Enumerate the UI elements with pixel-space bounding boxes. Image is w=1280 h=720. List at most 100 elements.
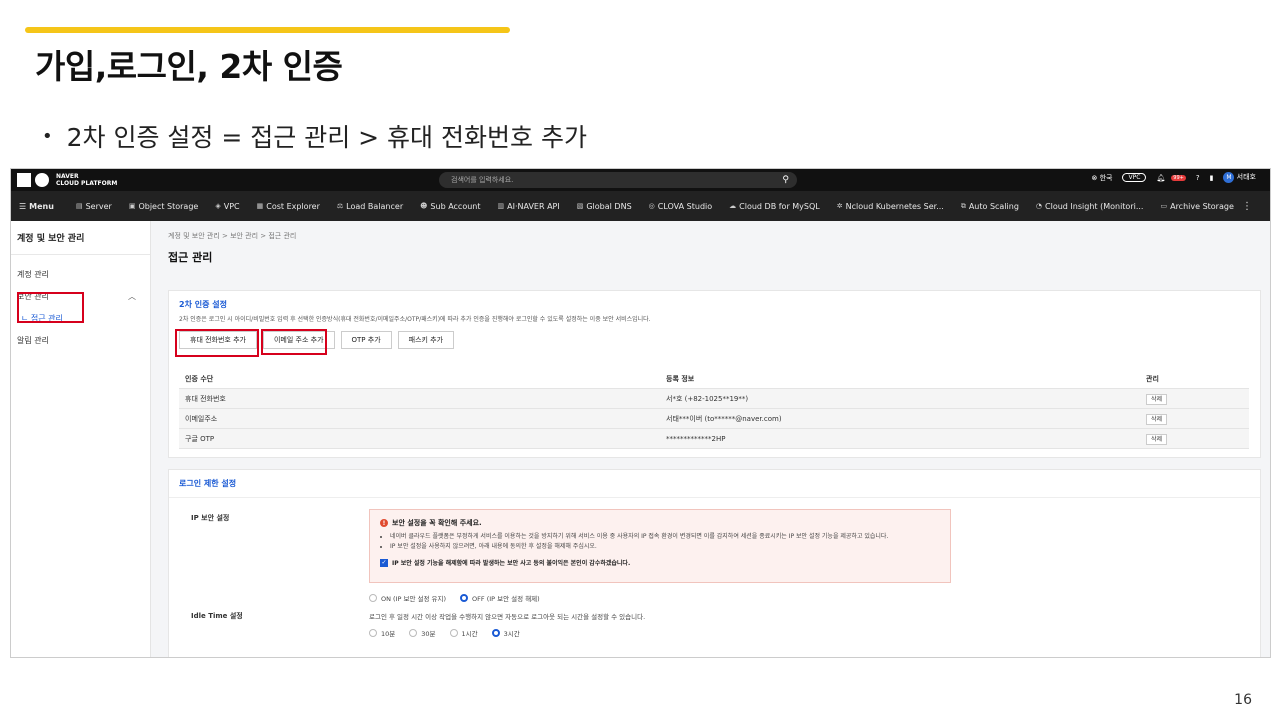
vpc-toggle[interactable]: VPC — [1122, 173, 1147, 182]
user-menu[interactable]: M 서태호 — [1223, 172, 1256, 183]
menu-item-cloud-db-mysql[interactable]: ☁ Cloud DB for MySQL — [729, 202, 820, 211]
table-row: 휴대 전화번호 서*호 (+82-1025**19**) 삭제 — [179, 389, 1249, 409]
auto-scaling-icon: ⧉ — [960, 201, 966, 210]
main-content: 계정 및 보안 관리 > 보안 관리 > 접근 관리 접근 관리 2차 인증 설… — [168, 221, 1270, 657]
row-info: 서*호 (+82-1025**19**) — [666, 394, 749, 403]
table-row: 이메일주소 서태***이버 (to******@naver.com) 삭제 — [179, 409, 1249, 429]
menu-item-load-balancer[interactable]: ⚖ Load Balancer — [337, 202, 403, 211]
hamburger-icon: ☰ — [19, 201, 27, 211]
insight-icon: ◔ — [1035, 202, 1043, 210]
twofa-title: 2차 인증 설정 — [179, 300, 227, 309]
row-info: 서태***이버 (to******@naver.com) — [666, 414, 782, 423]
archive-icon: ▭ — [1160, 202, 1168, 210]
col-method: 인증 수단 — [185, 374, 214, 383]
delete-button[interactable]: 삭제 — [1146, 394, 1168, 405]
menu-item-cost-explorer[interactable]: ▦ Cost Explorer — [257, 202, 320, 211]
cloud-db-icon: ☁ — [729, 202, 737, 210]
menu-item-cloud-insight[interactable]: ◔ Cloud Insight (Monitori... — [1036, 202, 1144, 211]
page-number: 16 — [1234, 692, 1252, 708]
kubernetes-icon: ✲ — [836, 202, 843, 210]
dns-icon: ▧ — [576, 202, 584, 210]
auth-methods-table: 인증 수단 등록 정보 관리 휴대 전화번호 서*호 (+82-1025**19… — [179, 369, 1249, 449]
sidebar-item-notification[interactable]: 알림 관리 — [11, 329, 150, 351]
bullet-point: • 2차 인증 설정 = 접근 관리 > 휴대 전화번호 추가 — [42, 118, 587, 154]
search-icon[interactable]: ⚲ — [782, 175, 789, 185]
vpc-icon: ◈ — [215, 202, 221, 210]
clova-icon: ◎ — [648, 202, 655, 210]
col-info: 등록 정보 — [666, 374, 695, 383]
idle-1hour-radio[interactable]: 1시간 — [449, 628, 478, 638]
login-limit-card: 로그인 제한 설정 IP 보안 설정 ! 보안 설정을 꼭 확인해 주세요. 네이… — [168, 469, 1261, 657]
more-menu-icon[interactable]: ⋮ — [1242, 201, 1252, 212]
menu-item-archive-storage[interactable]: ▭ Archive Storage — [1160, 202, 1233, 211]
delete-button[interactable]: 삭제 — [1146, 414, 1168, 425]
add-email-button[interactable]: 이메일 주소 추가 — [262, 331, 335, 349]
slide-title: 가입,로그인, 2차 인증 — [35, 47, 343, 86]
menu-item-sub-account[interactable]: ☻ Sub Account — [420, 202, 480, 211]
users-icon: ☻ — [420, 202, 428, 210]
menu-item-clova-studio[interactable]: ◎ CLOVA Studio — [649, 202, 712, 211]
chevron-up-icon: ︿ — [128, 291, 136, 301]
sidebar-item-access[interactable]: ㄴ 접근 관리 — [11, 307, 150, 329]
bullet-dot-icon: • — [42, 125, 53, 147]
cost-icon: ▦ — [256, 202, 264, 210]
twofa-card: 2차 인증 설정 2차 인증은 로그인 시 아이디/비밀번호 입력 후 선택한 … — [168, 290, 1261, 458]
delete-button[interactable]: 삭제 — [1146, 434, 1168, 445]
api-icon: ▥ — [497, 202, 505, 210]
menu-item-auto-scaling[interactable]: ⧉ Auto Scaling — [961, 202, 1019, 211]
user-name: 서태호 — [1236, 173, 1256, 181]
warning-icon: ! — [380, 519, 388, 527]
sidebar: 계정 및 보안 관리 계정 관리 보안 관리 ︿ ㄴ 접근 관리 알림 관리 — [11, 221, 151, 657]
console-screenshot: NAVER CLOUD PLATFORM 검색어를 입력하세요. ⚲ ⊗ 한국 V… — [10, 168, 1271, 658]
logo-square-icon — [17, 173, 31, 187]
ip-on-radio[interactable]: ON (IP 보안 설정 유지) — [369, 593, 446, 603]
page-title: 접근 관리 — [168, 251, 213, 264]
sidebar-item-account[interactable]: 계정 관리 — [11, 263, 150, 285]
agree-checkbox[interactable]: ✓ IP 보안 설정 기능을 해제함에 따라 발생하는 보안 사고 등의 불이익은… — [380, 558, 940, 567]
search-placeholder: 검색어를 입력하세요. — [451, 176, 514, 184]
ncp-logo[interactable]: NAVER CLOUD PLATFORM — [17, 173, 117, 187]
row-method: 휴대 전화번호 — [185, 394, 226, 403]
add-otp-button[interactable]: OTP 추가 — [340, 331, 392, 349]
warning-title: 보안 설정을 꼭 확인해 주세요. — [392, 519, 482, 527]
avatar: M — [1223, 172, 1235, 183]
idle-30min-radio[interactable]: 30분 — [409, 628, 436, 638]
row-method: 이메일주소 — [185, 414, 218, 423]
lang-label: 한국 — [1099, 173, 1113, 182]
sidebar-item-security[interactable]: 보안 관리 ︿ — [11, 285, 150, 307]
bookmark-icon[interactable]: ▮ — [1210, 174, 1214, 182]
table-header: 인증 수단 등록 정보 관리 — [179, 369, 1249, 389]
warning-line: 네이버 클라우드 플랫폼은 부정하게 서비스를 이용하는 것을 방지하기 위해 … — [390, 532, 940, 542]
menu-item-ai-naver-api[interactable]: ▥ AI·NAVER API — [498, 202, 560, 211]
menu-item-object-storage[interactable]: ▣ Object Storage — [129, 202, 199, 211]
ip-security-options: ON (IP 보안 설정 유지) OFF (IP 보안 설정 해제) — [369, 593, 540, 603]
twofa-buttons: 휴대 전화번호 추가 이메일 주소 추가 OTP 추가 패스키 추가 — [179, 331, 1250, 349]
login-limit-title: 로그인 제한 설정 — [179, 479, 237, 488]
add-passkey-button[interactable]: 패스키 추가 — [397, 331, 455, 349]
logo-line1: NAVER — [56, 173, 79, 180]
language-selector[interactable]: ⊗ 한국 — [1092, 173, 1113, 183]
logo-circle-icon — [35, 173, 49, 187]
menu-item-vpc[interactable]: ◈ VPC — [215, 202, 239, 211]
menu-item-server[interactable]: ▤ Server — [76, 202, 112, 211]
search-input[interactable]: 검색어를 입력하세요. ⚲ — [439, 172, 797, 188]
menu-item-global-dns[interactable]: ▧ Global DNS — [577, 202, 632, 211]
breadcrumb: 계정 및 보안 관리 > 보안 관리 > 접근 관리 — [168, 232, 297, 240]
idle-3hour-radio[interactable]: 3시간 — [491, 628, 520, 638]
table-row: 구글 OTP *************2HP 삭제 — [179, 429, 1249, 449]
accent-bar — [25, 27, 510, 33]
bell-icon[interactable]: 🔔︎ — [1156, 174, 1165, 182]
menu-item-kubernetes[interactable]: ✲ Ncloud Kubernetes Ser... — [837, 202, 944, 211]
menu-button[interactable]: ☰ Menu — [19, 202, 54, 211]
service-menubar: ☰ Menu ▤ Server ▣ Object Storage ◈ VPC ▦ Cost… — [11, 191, 1270, 221]
bullet-text: 2차 인증 설정 = 접근 관리 > 휴대 전화번호 추가 — [66, 123, 587, 152]
ip-off-radio[interactable]: OFF (IP 보안 설정 해제) — [460, 593, 540, 603]
notification-badge: 99+ — [1171, 174, 1186, 181]
idle-10min-radio[interactable]: 10분 — [369, 628, 395, 638]
help-icon[interactable]: ? — [1196, 174, 1200, 182]
col-manage: 관리 — [1146, 374, 1159, 383]
idle-time-description: 로그인 후 일정 시간 이상 작업을 수행하지 않으면 자동으로 로그아웃 되는… — [369, 613, 646, 621]
server-icon: ▤ — [75, 202, 83, 210]
sidebar-title: 계정 및 보안 관리 — [11, 221, 150, 255]
add-phone-button[interactable]: 휴대 전화번호 추가 — [179, 331, 257, 349]
